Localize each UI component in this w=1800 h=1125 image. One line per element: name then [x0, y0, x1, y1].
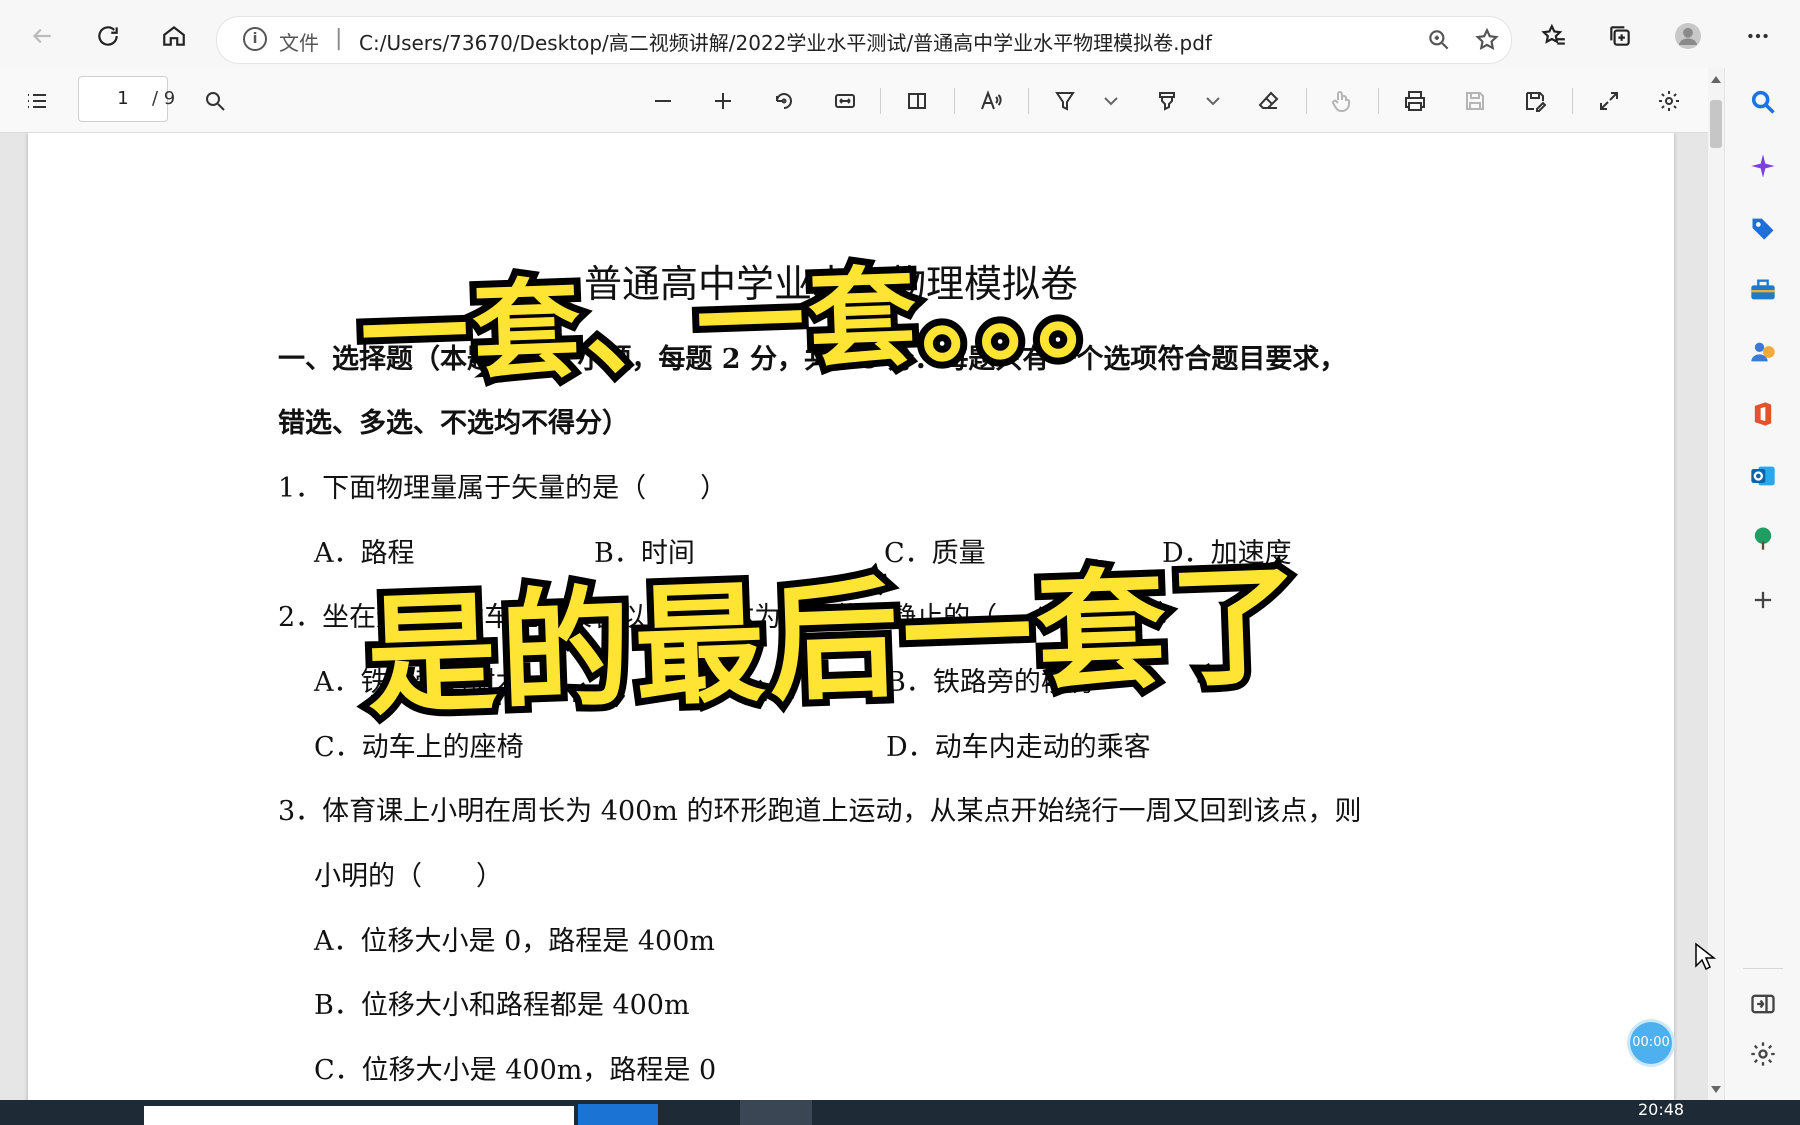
- scroll-thumb[interactable]: [1710, 100, 1722, 148]
- question-3-cont: 小明的（ ）: [314, 861, 503, 892]
- toolbar-divider: [880, 88, 881, 114]
- office-icon[interactable]: [1747, 398, 1779, 430]
- caption-line-1: 一套、一套。。。: [351, 240, 1157, 406]
- taskbar-search[interactable]: [144, 1106, 574, 1125]
- edge-sidebar: [1724, 68, 1800, 1100]
- fullscreen-icon[interactable]: [1592, 84, 1626, 118]
- address-bar[interactable]: i 文件 | C:/Users/73670/Desktop/高二视频讲解/202…: [216, 16, 1512, 64]
- sidebar-search-icon[interactable]: [1747, 86, 1779, 118]
- highlight-icon[interactable]: [1150, 84, 1184, 118]
- home-icon[interactable]: [154, 16, 194, 56]
- q3-option-c: C．位移大小是 400m，路程是 0: [314, 1055, 717, 1086]
- chevron-down-icon[interactable]: [1098, 84, 1124, 118]
- collections-icon[interactable]: [1600, 16, 1640, 56]
- recording-timer[interactable]: 00:00: [1630, 1022, 1672, 1064]
- outlook-icon[interactable]: [1747, 460, 1779, 492]
- toolbar-divider: [1028, 88, 1029, 114]
- erase-icon[interactable]: [1252, 84, 1286, 118]
- taskbar-clock: 20:48: [1638, 1100, 1685, 1119]
- question-1: 1．下面物理量属于矢量的是（ ）: [278, 473, 728, 504]
- favorites-icon[interactable]: [1534, 16, 1574, 56]
- info-icon[interactable]: i: [243, 27, 267, 51]
- address-bar-row: i 文件 | C:/Users/73670/Desktop/高二视频讲解/202…: [0, 0, 1800, 69]
- taskbar-app-browser[interactable]: [740, 1100, 812, 1125]
- caption-line-2: 是的最后一套了: [357, 542, 1314, 741]
- address-label: 文件: [279, 31, 319, 55]
- section-heading-cont: 错选、多选、不选均不得分）: [278, 408, 629, 439]
- draw-icon[interactable]: [1048, 84, 1082, 118]
- scroll-up-icon[interactable]: [1711, 76, 1721, 83]
- profile-icon[interactable]: [1668, 16, 1708, 56]
- toolbar-divider: [1378, 88, 1379, 114]
- q3-option-a: A．位移大小是 0，路程是 400m: [314, 926, 715, 957]
- refresh-icon[interactable]: [88, 16, 128, 56]
- search-icon[interactable]: [198, 84, 232, 118]
- scroll-down-icon[interactable]: [1711, 1086, 1721, 1093]
- toolbar-divider: [954, 88, 955, 114]
- zoom-icon[interactable]: [1419, 20, 1459, 60]
- toolbar-divider: [1572, 88, 1573, 114]
- taskbar-search-button[interactable]: [578, 1104, 658, 1125]
- save-as-icon[interactable]: [1518, 84, 1552, 118]
- games-icon[interactable]: [1747, 336, 1779, 368]
- hide-sidebar-icon[interactable]: [1747, 988, 1779, 1020]
- page-total: / 9: [152, 88, 176, 109]
- toolbar-divider: [1306, 88, 1307, 114]
- touch-icon[interactable]: [1324, 84, 1358, 118]
- url-text[interactable]: C:/Users/73670/Desktop/高二视频讲解/2022学业水平测试…: [359, 27, 1212, 56]
- chevron-down-icon[interactable]: [1200, 84, 1226, 118]
- print-icon[interactable]: [1398, 84, 1432, 118]
- zoom-out-icon[interactable]: [646, 84, 680, 118]
- q2-option-d: D．动车内走动的乘客: [886, 732, 1151, 763]
- question-3: 3．体育课上小明在周长为 400m 的环形跑道上运动，从某点开始绕行一周又回到该…: [278, 796, 1362, 827]
- rotate-icon[interactable]: [767, 84, 801, 118]
- zoom-in-icon[interactable]: [706, 84, 740, 118]
- mouse-cursor-icon: [1695, 942, 1716, 971]
- settings-icon[interactable]: [1652, 84, 1686, 118]
- sidebar-settings-icon[interactable]: [1747, 1038, 1779, 1070]
- tag-icon[interactable]: [1747, 212, 1779, 244]
- back-icon[interactable]: [22, 16, 62, 56]
- read-aloud-icon[interactable]: [974, 84, 1008, 118]
- toc-icon[interactable]: [20, 84, 54, 118]
- save-icon[interactable]: [1458, 84, 1492, 118]
- fit-width-icon[interactable]: [828, 84, 862, 118]
- pdf-toolbar: 1 / 9: [0, 68, 1724, 133]
- q3-option-b: B．位移大小和路程都是 400m: [314, 990, 690, 1021]
- toolbox-icon[interactable]: [1747, 274, 1779, 306]
- address-separator: |: [335, 26, 343, 51]
- sparkle-icon[interactable]: [1747, 150, 1779, 182]
- add-icon[interactable]: [1747, 584, 1779, 616]
- sidebar-divider: [1743, 968, 1783, 969]
- tree-icon[interactable]: [1747, 522, 1779, 554]
- more-icon[interactable]: [1738, 16, 1778, 56]
- add-favorite-icon[interactable]: [1467, 20, 1507, 60]
- page-view-icon[interactable]: [900, 84, 934, 118]
- taskbar: 20:48: [0, 1100, 1800, 1125]
